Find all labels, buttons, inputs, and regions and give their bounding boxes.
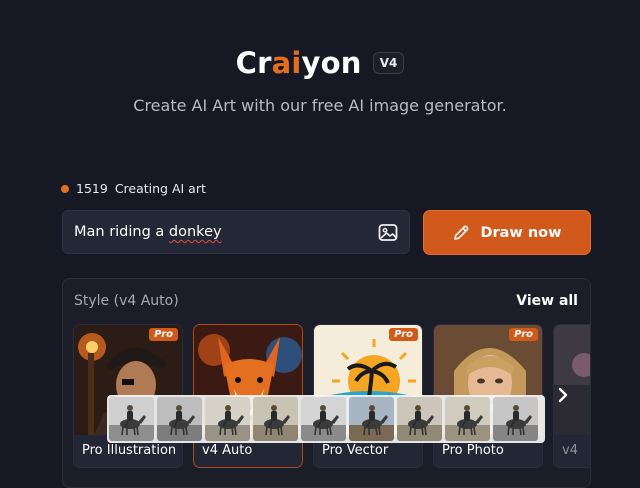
image-upload-icon[interactable] [377,222,399,244]
generated-thumbnail[interactable] [493,397,538,441]
pro-badge: Pro [149,328,178,341]
status-line: 1519 Creating AI art [61,181,206,196]
tagline: Create AI Art with our free AI image gen… [133,96,507,115]
chevron-right-icon[interactable] [553,385,573,405]
version-badge: V4 [372,52,405,74]
generated-thumbnail[interactable] [445,397,490,441]
draw-now-label: Draw now [480,224,562,241]
generated-thumbnail[interactable] [253,397,298,441]
style-card-label: Pro Photo [442,443,504,458]
style-panel: Style (v4 Auto) View all Pro Pro Illustr… [62,278,591,488]
view-all-link[interactable]: View all [516,293,578,309]
style-card-label: Pro Vector [322,443,389,458]
pencil-icon [454,225,469,240]
style-card-label: v4 Auto [202,443,253,458]
prompt-input[interactable]: Man riding a donkey [62,210,410,254]
pro-badge: Pro [509,328,538,341]
generated-thumbnail[interactable] [157,397,202,441]
logo-wordmark: Craiyon [235,46,362,80]
generated-thumbnail[interactable] [349,397,394,441]
generated-thumbnail[interactable] [109,397,154,441]
prompt-text[interactable]: Man riding a donkey [74,224,222,240]
generated-thumbnail[interactable] [301,397,346,441]
style-title: Style (v4 Auto) [74,293,179,309]
status-dot-icon [61,184,69,193]
pro-badge: Pro [389,328,418,341]
draw-now-button[interactable]: Draw now [423,210,591,255]
style-preview-v4 [554,325,590,435]
misspelled-word: donkey [168,224,222,240]
generated-thumbnail[interactable] [205,397,250,441]
generated-thumbnails-strip [107,395,545,443]
style-card-label: v4 [562,443,578,458]
logo[interactable]: Craiyon V4 [0,46,640,80]
status-text: Creating AI art [114,181,206,196]
style-card-label: Pro Illustration [82,443,177,458]
status-count: 1519 [76,181,108,196]
generated-thumbnail[interactable] [397,397,442,441]
